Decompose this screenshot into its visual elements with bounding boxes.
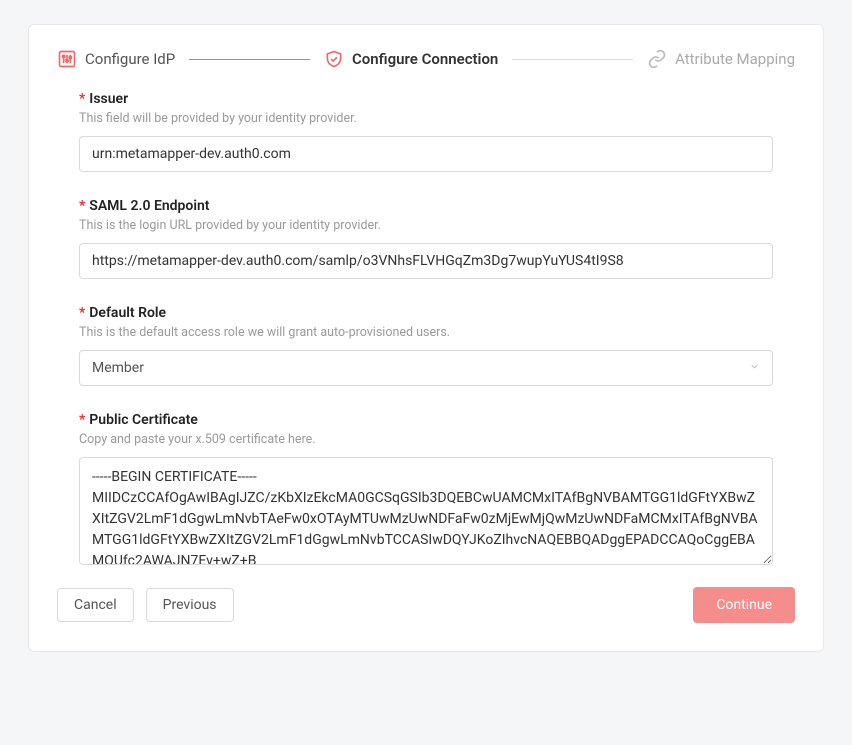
field-label: *Public Certificate: [79, 412, 773, 428]
field-default-role: *Default Role This is the default access…: [79, 305, 773, 386]
footer-left: Cancel Previous: [57, 588, 234, 622]
sliders-icon: [57, 49, 77, 69]
connector-1: [189, 59, 310, 60]
form: *Issuer This field will be provided by y…: [57, 91, 795, 569]
issuer-input[interactable]: [79, 136, 773, 172]
field-help: Copy and paste your x.509 certificate he…: [79, 432, 773, 447]
endpoint-input[interactable]: [79, 243, 773, 279]
required-asterisk: *: [79, 305, 85, 321]
certificate-textarea[interactable]: [79, 457, 773, 565]
field-help: This is the login URL provided by your i…: [79, 218, 773, 233]
step-attribute-mapping[interactable]: Attribute Mapping: [647, 49, 795, 69]
field-issuer: *Issuer This field will be provided by y…: [79, 91, 773, 172]
link-icon: [647, 49, 667, 69]
previous-button[interactable]: Previous: [146, 588, 234, 622]
role-select[interactable]: Member: [79, 350, 773, 386]
role-select-value: Member: [92, 360, 144, 376]
step-configure-connection[interactable]: Configure Connection: [324, 49, 498, 69]
field-label: *SAML 2.0 Endpoint: [79, 198, 773, 214]
connector-2: [512, 59, 633, 60]
field-label: *Issuer: [79, 91, 773, 107]
chevron-down-icon: [749, 361, 760, 375]
step-label: Attribute Mapping: [675, 50, 795, 68]
continue-button[interactable]: Continue: [693, 587, 795, 623]
step-label: Configure Connection: [352, 50, 498, 68]
stepper: Configure IdP Configure Connection Attri…: [57, 49, 795, 69]
footer: Cancel Previous Continue: [57, 587, 795, 623]
field-endpoint: *SAML 2.0 Endpoint This is the login URL…: [79, 198, 773, 279]
step-configure-idp[interactable]: Configure IdP: [57, 49, 175, 69]
required-asterisk: *: [79, 91, 85, 107]
field-label: *Default Role: [79, 305, 773, 321]
required-asterisk: *: [79, 198, 85, 214]
shield-check-icon: [324, 49, 344, 69]
step-label: Configure IdP: [85, 50, 175, 68]
config-card: Configure IdP Configure Connection Attri…: [28, 24, 824, 652]
field-public-certificate: *Public Certificate Copy and paste your …: [79, 412, 773, 569]
cancel-button[interactable]: Cancel: [57, 588, 134, 622]
required-asterisk: *: [79, 412, 85, 428]
field-help: This is the default access role we will …: [79, 325, 773, 340]
field-help: This field will be provided by your iden…: [79, 111, 773, 126]
